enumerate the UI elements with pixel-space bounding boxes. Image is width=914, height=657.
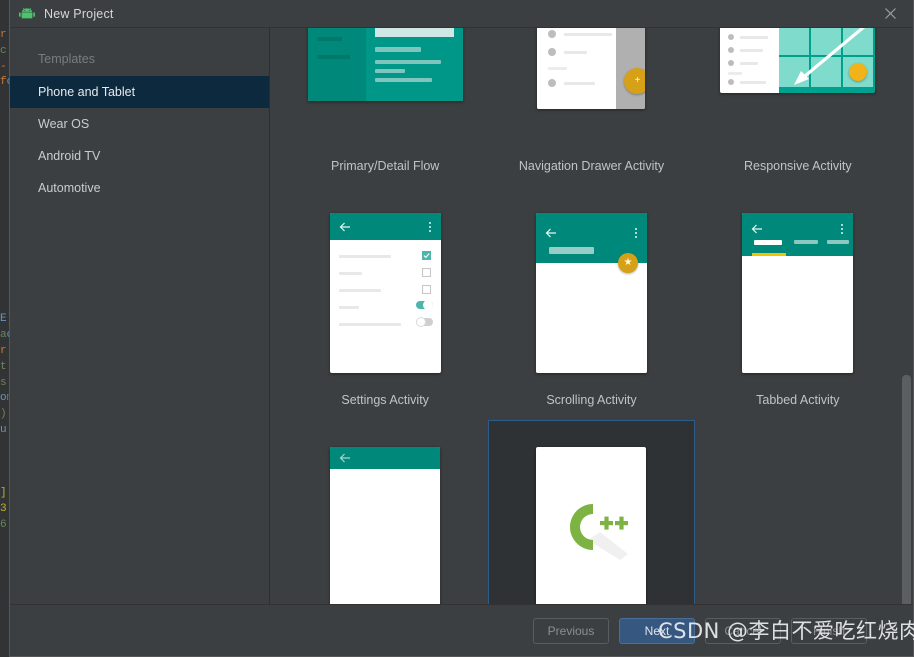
back-arrow-icon [339, 453, 351, 463]
sidebar-item-phone-and-tablet[interactable]: Phone and Tablet [10, 76, 269, 108]
overflow-menu-icon [634, 228, 637, 238]
back-arrow-icon [545, 228, 556, 238]
templates-panel: Primary/Detail Flow + Navigation Drawer … [270, 28, 913, 607]
close-icon[interactable] [867, 0, 913, 27]
tab-indicator [752, 253, 787, 256]
back-arrow-icon [339, 222, 350, 231]
finish-button[interactable]: Finish [791, 617, 867, 644]
template-card-settings-activity[interactable]: Settings Activity [282, 186, 488, 420]
cancel-button[interactable]: Cancel [705, 617, 781, 644]
overflow-menu-icon [841, 224, 844, 234]
template-label: Settings Activity [341, 393, 429, 407]
template-thumbnail-settings-activity [282, 200, 488, 386]
switch-off-icon [415, 317, 433, 327]
template-card-tabbed-activity[interactable]: Tabbed Activity [695, 186, 901, 420]
template-card-empty [695, 420, 901, 604]
dialog-title: New Project [44, 6, 114, 21]
back-arrow-icon [751, 224, 763, 234]
template-card-native-cpp[interactable]: Native C++ [488, 420, 695, 604]
template-card-navigation-drawer-activity[interactable]: + Navigation Drawer Activity [488, 28, 694, 186]
android-robot-icon [19, 7, 35, 20]
new-project-dialog: New Project Templates Phone and Tablet W… [9, 0, 914, 657]
template-label: Tabbed Activity [756, 393, 840, 407]
checkbox-icon [421, 268, 431, 277]
template-thumbnail-tabbed-activity [695, 200, 901, 386]
template-thumbnail-fragment-viewmodel [282, 434, 488, 604]
template-card-responsive-activity[interactable]: Responsive Activity [695, 28, 901, 186]
template-label: Responsive Activity [743, 159, 852, 173]
cpp-logo-icon [570, 504, 629, 560]
next-button[interactable]: Next [619, 617, 695, 644]
sidebar-heading: Templates [38, 52, 95, 66]
template-thumbnail-primary-detail-flow [282, 28, 488, 152]
template-thumbnail-scrolling-activity: ★ [488, 200, 694, 386]
template-label: Primary/Detail Flow [330, 159, 440, 173]
sidebar-item-wear-os[interactable]: Wear OS [10, 108, 269, 140]
sidebar-item-android-tv[interactable]: Android TV [10, 140, 269, 172]
template-card-primary-detail-flow[interactable]: Primary/Detail Flow [282, 28, 488, 186]
template-label: Navigation Drawer Activity [518, 159, 665, 173]
template-card-fragment-viewmodel[interactable]: Fragment + ViewModel [282, 420, 488, 604]
previous-button[interactable]: Previous [533, 617, 609, 644]
checkbox-checked-icon [421, 251, 431, 260]
dialog-footer: Previous Next Cancel Finish [10, 604, 913, 656]
template-thumbnail-navigation-drawer-activity: + [488, 28, 694, 152]
template-card-scrolling-activity[interactable]: ★ Scrolling Activity [488, 186, 694, 420]
template-thumbnail-empty [695, 434, 901, 604]
resize-arrow-icon [794, 28, 866, 85]
sidebar-item-automotive[interactable]: Automotive [10, 172, 269, 204]
templates-scrollbar[interactable] [900, 28, 913, 607]
templates-sidebar: Templates Phone and Tablet Wear OS Andro… [10, 28, 270, 604]
scrollbar-thumb[interactable] [902, 375, 911, 607]
template-thumbnail-responsive-activity [695, 28, 901, 152]
template-thumbnail-native-cpp [488, 434, 694, 604]
dialog-title-bar: New Project [10, 0, 913, 28]
checkbox-icon [421, 285, 431, 294]
dialog-body: Templates Phone and Tablet Wear OS Andro… [10, 28, 913, 607]
overflow-menu-icon [428, 221, 431, 232]
templates-scroll-area: Primary/Detail Flow + Navigation Drawer … [270, 28, 913, 604]
template-label: Scrolling Activity [546, 393, 637, 407]
star-fab-icon: ★ [617, 253, 638, 273]
templates-grid: Primary/Detail Flow + Navigation Drawer … [270, 28, 913, 604]
switch-on-icon [415, 300, 433, 310]
